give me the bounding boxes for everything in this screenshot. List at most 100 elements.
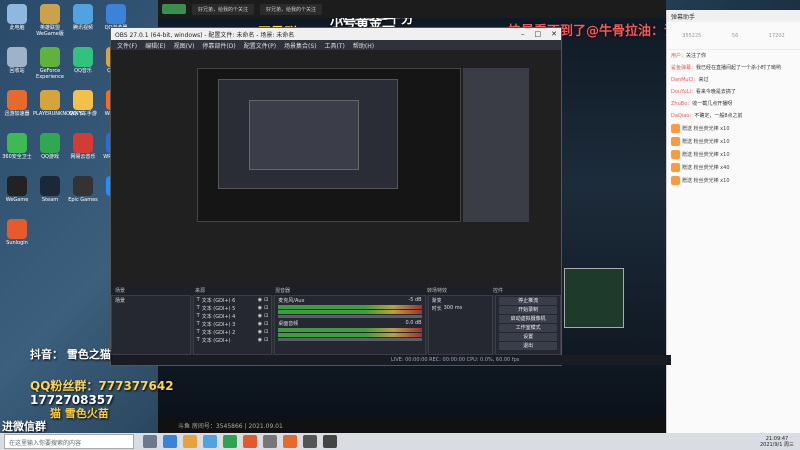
eye-icon[interactable]: ◉: [258, 321, 262, 327]
obs-preview: [111, 50, 561, 286]
taskbar-app-icon[interactable]: [163, 435, 177, 448]
menu-item[interactable]: 配置文件(P): [244, 41, 276, 50]
source-item[interactable]: T 文本 (GDI+) 5 ◉ ⊡: [194, 304, 272, 312]
chat-text: 关注了你: [686, 53, 707, 59]
app-icon: [40, 176, 60, 196]
scenes-dock: 场景: [111, 295, 191, 355]
desktop-icon[interactable]: WeGame: [0, 176, 34, 203]
taskbar-app-icon[interactable]: [183, 435, 197, 448]
desktop-icon[interactable]: 此电脑: [0, 4, 34, 31]
control-button[interactable]: 开始录制: [499, 306, 557, 314]
channel-name: 桌面音频: [278, 320, 299, 327]
taskbar-app-icon[interactable]: [243, 435, 257, 448]
desktop-icon-label: 此电脑: [9, 25, 25, 31]
taskbar-app-icon[interactable]: [143, 435, 157, 448]
gift-message: 赠送 粉丝荧光棒 x10: [667, 148, 800, 161]
desktop-icon[interactable]: Steam: [33, 176, 67, 203]
stat-value: 17202: [768, 32, 785, 39]
control-button[interactable]: 退出: [499, 342, 557, 350]
desktop-icon[interactable]: QQ飞车手游: [66, 90, 100, 117]
taskbar-app-icon[interactable]: [203, 435, 217, 448]
text-source-icon: T: [196, 305, 200, 311]
menu-item[interactable]: 编辑(E): [145, 41, 165, 50]
lock-icon[interactable]: ⊡: [264, 305, 268, 311]
volume-slider[interactable]: [278, 338, 422, 341]
desktop-icon[interactable]: 360安全卫士: [0, 133, 34, 160]
desktop-icon[interactable]: 网易云音乐: [66, 133, 100, 160]
minimize-icon[interactable]: –: [521, 30, 525, 38]
stream-tab[interactable]: 好兄弟，给我的个关注: [260, 3, 323, 15]
dock-title: 混音器: [275, 288, 291, 294]
desktop-icon[interactable]: 英雄联盟WeGame版: [33, 4, 67, 37]
lock-icon[interactable]: ⊡: [264, 313, 268, 319]
desktop-icon[interactable]: 迅游加速器: [0, 90, 34, 117]
lock-icon[interactable]: ⊡: [264, 329, 268, 335]
gift-message: 赠送 粉丝荧光棒 x10: [667, 122, 800, 135]
source-item[interactable]: T 文本 (GDI+) 6 ◉ ⊡: [194, 296, 272, 304]
menu-item[interactable]: 场景集合(S): [284, 41, 317, 50]
app-icon: [7, 133, 27, 153]
taskbar-clock[interactable]: 21:09:47 2021/9/1 周三: [760, 436, 794, 448]
desktop-icon[interactable]: PLAYERUNKNOWN'S: [33, 90, 84, 117]
text-source-icon: T: [196, 313, 200, 319]
menu-item[interactable]: 工具(T): [325, 41, 345, 50]
gift-icon: [671, 124, 680, 133]
transition-duration[interactable]: 时长 300 ms: [429, 304, 493, 312]
desktop-icon[interactable]: Sunlogin: [0, 219, 34, 246]
source-item[interactable]: T 文本 (GDI+) 2 ◉ ⊡: [194, 328, 272, 336]
volume-meter: [278, 333, 422, 337]
taskbar-app-icon[interactable]: [323, 435, 337, 448]
source-item[interactable]: T 文本 (GDI+) 3 ◉ ⊡: [194, 320, 272, 328]
taskbar-app-icon[interactable]: [263, 435, 277, 448]
chat-message: DanMuCl：来过: [667, 74, 800, 86]
eye-icon[interactable]: ◉: [258, 297, 262, 303]
lock-icon[interactable]: ⊡: [264, 337, 268, 343]
dock-title: 场景: [115, 288, 126, 294]
eye-icon[interactable]: ◉: [258, 305, 262, 311]
eye-icon[interactable]: ◉: [258, 329, 262, 335]
taskbar-app-icon[interactable]: [283, 435, 297, 448]
menu-item[interactable]: 停靠部件(D): [202, 41, 235, 50]
lock-icon[interactable]: ⊡: [264, 321, 268, 327]
chat-nick: 用户：: [671, 53, 687, 59]
desktop-icon[interactable]: GeForce Experience: [33, 47, 67, 80]
volume-slider[interactable]: [278, 315, 422, 318]
transition-type[interactable]: 渐变: [429, 296, 493, 304]
volume-meter: [278, 310, 422, 314]
source-label: 文本 (GDI+): [201, 337, 231, 344]
mixer-channel-header: 桌面音频 0.0 dB: [275, 319, 424, 327]
menu-item[interactable]: 帮助(H): [353, 41, 374, 50]
desktop-icon[interactable]: QQ音乐: [66, 47, 100, 74]
stream-tab[interactable]: 好兄弟，给我的个关注: [192, 3, 255, 15]
taskbar-search-input[interactable]: 在这里输入你要搜索的内容: [4, 434, 134, 449]
app-icon: [73, 4, 93, 24]
taskbar-app-icon[interactable]: [223, 435, 237, 448]
menu-item[interactable]: 视图(V): [174, 41, 195, 50]
app-icon: [40, 133, 60, 153]
control-button[interactable]: 工作室模式: [499, 324, 557, 332]
gift-text: 赠送 粉丝荧光棒 x10: [682, 151, 730, 158]
window-controls: – □ ✕: [521, 30, 557, 38]
desktop-icon[interactable]: QQ游戏: [33, 133, 67, 160]
dock-titles: 场景 来源 混音器 转场特效 控件: [111, 286, 561, 295]
scene-item[interactable]: 场景: [112, 296, 190, 304]
control-button[interactable]: 启动虚拟摄像机: [499, 315, 557, 323]
eye-icon[interactable]: ◉: [258, 313, 262, 319]
app-icon: [73, 176, 93, 196]
lock-icon[interactable]: ⊡: [264, 297, 268, 303]
source-item[interactable]: T 文本 (GDI+) 4 ◉ ⊡: [194, 312, 272, 320]
obs-title: OBS 27.0.1 (64-bit, windows) - 配置文件: 未命名…: [115, 31, 295, 39]
taskbar-app-icon[interactable]: [303, 435, 317, 448]
desktop-icon-label: PLAYERUNKNOWN'S: [33, 111, 84, 117]
duration-label: 时长: [431, 305, 442, 312]
menu-item[interactable]: 文件(F): [117, 41, 137, 50]
desktop-icon[interactable]: 腾讯视频: [66, 4, 100, 31]
desktop-icon[interactable]: Epic Games: [66, 176, 100, 203]
control-button[interactable]: 停止推流: [499, 297, 557, 305]
desktop-icon[interactable]: 回收站: [0, 47, 34, 74]
maximize-icon[interactable]: □: [535, 30, 542, 38]
control-button[interactable]: 设置: [499, 333, 557, 341]
close-icon[interactable]: ✕: [551, 30, 557, 38]
source-item[interactable]: T 文本 (GDI+) ◉ ⊡: [194, 336, 272, 344]
eye-icon[interactable]: ◉: [258, 337, 262, 343]
